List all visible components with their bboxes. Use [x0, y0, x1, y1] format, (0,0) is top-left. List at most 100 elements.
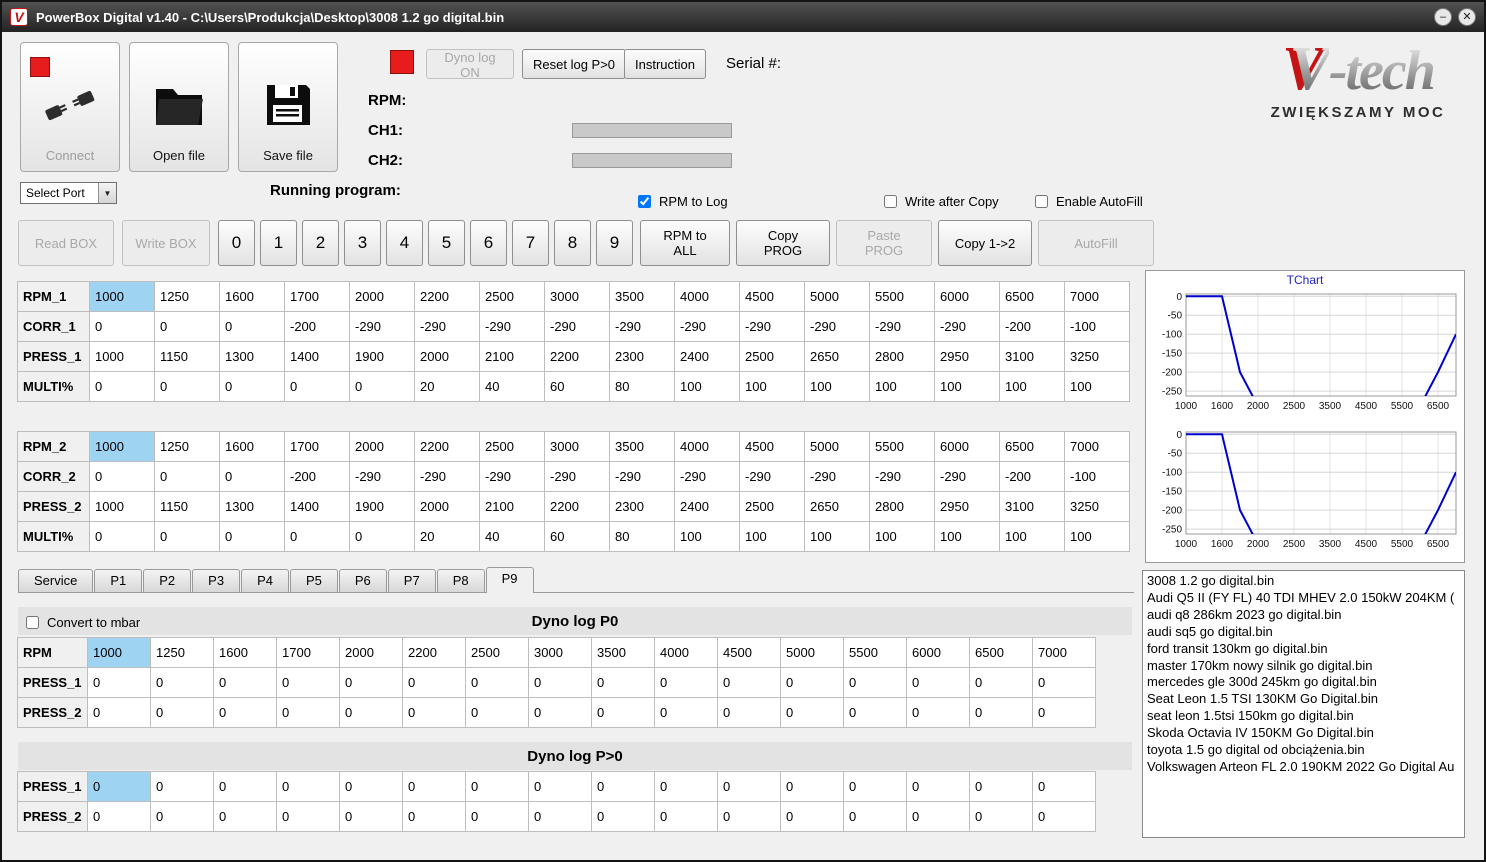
grid-cell[interactable]: 0 [465, 697, 529, 728]
grid-cell[interactable]: 0 [284, 521, 350, 552]
autofill-button[interactable]: AutoFill [1038, 220, 1154, 266]
grid-cell[interactable]: 60 [544, 371, 610, 402]
grid-cell[interactable]: -290 [869, 461, 935, 492]
grid-cell[interactable]: 0 [276, 771, 340, 802]
digit-4-button[interactable]: 4 [386, 220, 423, 266]
grid-cell[interactable]: 100 [934, 371, 1000, 402]
grid-cell[interactable]: 4000 [674, 281, 740, 312]
rpm-to-log-checkbox[interactable] [638, 195, 651, 208]
grid-cell[interactable]: 0 [528, 771, 592, 802]
grid-cell[interactable]: -100 [1064, 461, 1130, 492]
grid-cell[interactable]: 0 [969, 697, 1033, 728]
tab-p9[interactable]: P9 [485, 567, 534, 593]
grid-cell[interactable]: 0 [969, 667, 1033, 698]
grid-cell[interactable]: 5000 [780, 637, 844, 668]
grid-cell[interactable]: 6000 [906, 637, 970, 668]
grid-cell[interactable]: 1000 [87, 637, 151, 668]
grid-cell[interactable]: -290 [869, 311, 935, 342]
grid-cell[interactable]: 6500 [999, 281, 1065, 312]
grid-cell[interactable]: 2950 [934, 341, 1000, 372]
tab-p3[interactable]: P3 [192, 569, 241, 592]
grid-cell[interactable]: -290 [479, 311, 545, 342]
grid-cell[interactable]: 0 [339, 801, 403, 832]
grid-cell[interactable]: 1000 [89, 281, 155, 312]
grid-cell[interactable]: 4500 [739, 431, 805, 462]
grid-cell[interactable]: 1250 [154, 431, 220, 462]
grid-cell[interactable]: 0 [528, 697, 592, 728]
file-item[interactable]: Volkswagen Arteon FL 2.0 190KM 2022 Go D… [1147, 759, 1460, 776]
grid-cell[interactable]: 0 [717, 667, 781, 698]
grid-cell[interactable]: 1700 [284, 281, 350, 312]
grid-cell[interactable]: 0 [154, 461, 220, 492]
grid-cell[interactable]: 100 [1064, 521, 1130, 552]
grid-cell[interactable]: 2500 [739, 491, 805, 522]
file-item[interactable]: Audi Q5 II (FY FL) 40 TDI MHEV 2.0 150kW… [1147, 590, 1460, 607]
grid-cell[interactable]: 1700 [284, 431, 350, 462]
grid-cell[interactable]: 1300 [219, 491, 285, 522]
digit-5-button[interactable]: 5 [428, 220, 465, 266]
grid-cell[interactable]: 2000 [414, 341, 480, 372]
grid-cell[interactable]: 2200 [414, 431, 480, 462]
grid-cell[interactable]: 0 [780, 697, 844, 728]
grid-cell[interactable]: 100 [934, 521, 1000, 552]
grid-cell[interactable]: 0 [276, 801, 340, 832]
digit-2-button[interactable]: 2 [302, 220, 339, 266]
grid-cell[interactable]: 100 [1064, 371, 1130, 402]
grid-cell[interactable]: 0 [89, 461, 155, 492]
grid-cell[interactable]: 2000 [339, 637, 403, 668]
grid-cell[interactable]: -290 [349, 311, 415, 342]
close-button[interactable]: ✕ [1458, 8, 1476, 26]
grid-cell[interactable]: 0 [780, 771, 844, 802]
grid-cell[interactable]: 2200 [544, 491, 610, 522]
write-after-copy-checkbox[interactable] [884, 195, 897, 208]
file-item[interactable]: master 170km nowy silnik go digital.bin [1147, 658, 1460, 675]
digit-1-button[interactable]: 1 [260, 220, 297, 266]
grid-cell[interactable]: 0 [654, 667, 718, 698]
grid-cell[interactable]: -200 [284, 461, 350, 492]
grid-cell[interactable]: 5000 [804, 431, 870, 462]
instruction-button[interactable]: Instruction [624, 49, 706, 79]
grid-cell[interactable]: 0 [87, 697, 151, 728]
grid-cell[interactable]: 0 [591, 771, 655, 802]
grid-cell[interactable]: 4500 [739, 281, 805, 312]
grid-cell[interactable]: 0 [654, 697, 718, 728]
reset-log-button[interactable]: Reset log P>0 [522, 49, 627, 79]
grid-cell[interactable]: 0 [402, 801, 466, 832]
grid-cell[interactable]: 0 [591, 801, 655, 832]
grid-cell[interactable]: 2800 [869, 341, 935, 372]
grid-cell[interactable]: 0 [219, 311, 285, 342]
digit-9-button[interactable]: 9 [596, 220, 633, 266]
grid-cell[interactable]: 1000 [89, 431, 155, 462]
grid-cell[interactable]: 2500 [479, 281, 545, 312]
grid-cell[interactable]: 0 [284, 371, 350, 402]
rpm-to-all-button[interactable]: RPM to ALL [640, 220, 730, 266]
grid-cell[interactable]: -200 [284, 311, 350, 342]
grid-cell[interactable]: -200 [999, 311, 1065, 342]
read-box-button[interactable]: Read BOX [18, 220, 114, 266]
grid-cell[interactable]: 3000 [528, 637, 592, 668]
grid-cell[interactable]: -290 [804, 461, 870, 492]
dyno-log-on-button[interactable]: Dyno log ON [426, 49, 514, 80]
grid-cell[interactable]: -290 [414, 311, 480, 342]
grid-cell[interactable]: 0 [349, 521, 415, 552]
grid-cell[interactable]: 0 [154, 311, 220, 342]
grid-cell[interactable]: 4000 [654, 637, 718, 668]
file-item[interactable]: Seat Leon 1.5 TSI 130KM Go Digital.bin [1147, 691, 1460, 708]
grid-cell[interactable]: 0 [150, 801, 214, 832]
grid-cell[interactable]: 0 [591, 667, 655, 698]
grid-cell[interactable]: 0 [591, 697, 655, 728]
grid-cell[interactable]: 100 [869, 521, 935, 552]
enable-autofill-checkbox[interactable] [1035, 195, 1048, 208]
connect-button[interactable]: Connect [20, 42, 120, 172]
digit-7-button[interactable]: 7 [512, 220, 549, 266]
grid-cell[interactable]: 100 [999, 371, 1065, 402]
grid-cell[interactable]: 0 [843, 697, 907, 728]
grid-cell[interactable]: -100 [1064, 311, 1130, 342]
grid-cell[interactable]: 0 [528, 801, 592, 832]
grid-cell[interactable]: -290 [609, 461, 675, 492]
grid-cell[interactable]: 0 [906, 801, 970, 832]
grid-cell[interactable]: 0 [87, 801, 151, 832]
grid-cell[interactable]: -290 [479, 461, 545, 492]
minimize-button[interactable]: – [1434, 8, 1452, 26]
grid-cell[interactable]: -290 [414, 461, 480, 492]
